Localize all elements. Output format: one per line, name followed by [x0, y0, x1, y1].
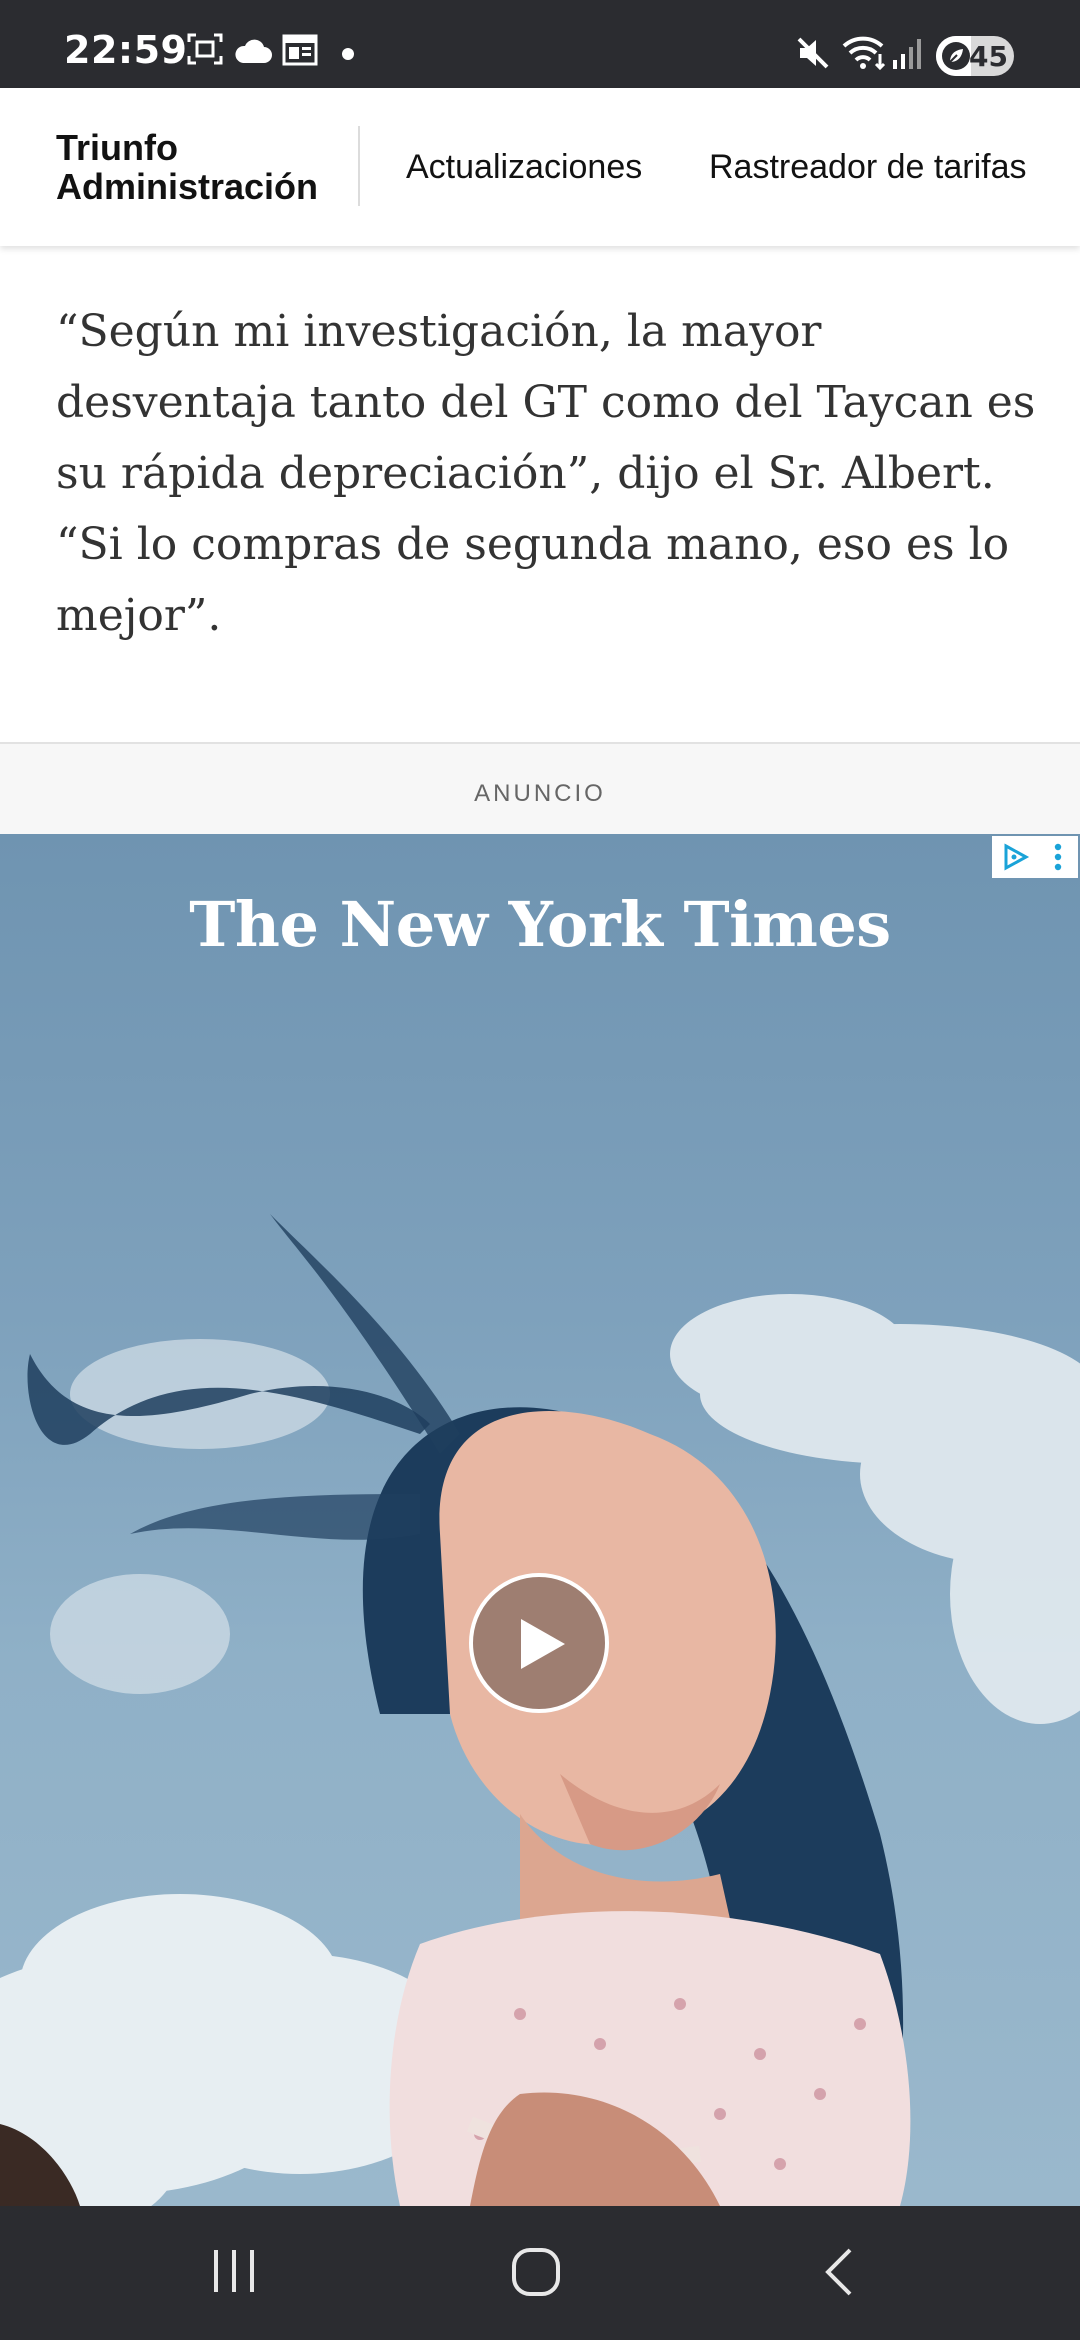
more-vert-icon: [1054, 843, 1062, 871]
section-title-line1: Triunfo: [56, 127, 178, 168]
section-title-line2: Administración: [56, 166, 319, 207]
system-nav-bar: [0, 2206, 1080, 2340]
recent-apps-icon[interactable]: [212, 2246, 256, 2301]
battery-icon: 45: [936, 36, 1014, 76]
site-header: Triunfo Administración Actualizaciones R…: [0, 88, 1080, 246]
article-quote-paragraph: “Según mi investigación, la mayor desven…: [56, 306, 1036, 641]
play-button[interactable]: [469, 1573, 609, 1713]
header-divider: [358, 126, 360, 206]
nav-link-actualizaciones[interactable]: Actualizaciones: [406, 148, 642, 187]
mute-icon: [796, 36, 830, 70]
wifi-icon: [842, 34, 888, 70]
calendar-icon: [282, 32, 318, 66]
back-icon[interactable]: [820, 2246, 856, 2303]
dot-icon: [342, 48, 354, 60]
battery-percent: 45: [969, 40, 1008, 73]
adchoices-icon: [1004, 843, 1030, 871]
nav-link-rastreador-de-tarifas[interactable]: Rastreador de tarifas: [709, 148, 1027, 187]
section-title[interactable]: Triunfo Administración: [56, 128, 318, 206]
ad-label: ANUNCIO: [474, 780, 606, 807]
cloud-icon: [234, 38, 272, 64]
play-icon: [521, 1619, 565, 1669]
nyt-logo: The New York Times: [189, 888, 891, 961]
status-bar: 22:59 45: [0, 0, 1080, 88]
adchoices-badge[interactable]: [992, 836, 1078, 878]
ad-video-image: [0, 1214, 1080, 2206]
leaf-icon: [942, 42, 970, 70]
signal-icon: [892, 38, 922, 70]
home-icon[interactable]: [510, 2246, 562, 2303]
screenshot-icon: [186, 32, 224, 66]
ad-label-band: ANUNCIO: [0, 742, 1080, 834]
status-time: 22:59: [64, 28, 188, 72]
ad-video[interactable]: The New York Times: [0, 834, 1080, 2206]
